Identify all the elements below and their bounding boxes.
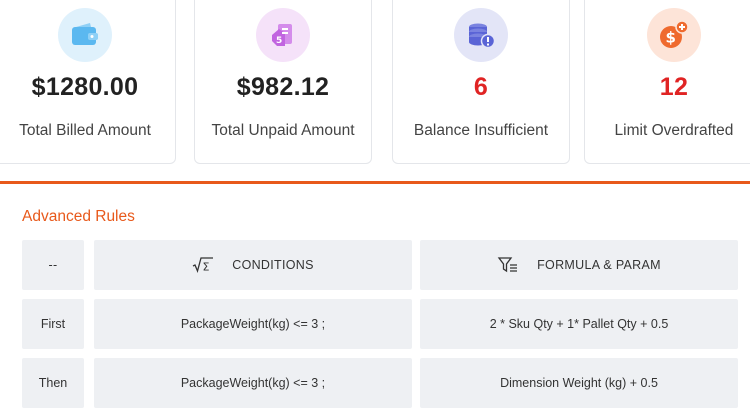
formula-text: 2 * Sku Qty + 1* Pallet Qty + 0.5 <box>489 317 669 331</box>
formula-text: Dimension Weight (kg) + 0.5 <box>500 376 658 390</box>
summary-cards: $1280.00 Total Billed Amount 5 $982.12 T… <box>0 0 750 165</box>
row-label: First <box>40 317 66 331</box>
section-divider <box>0 181 750 184</box>
card-limit-overdrafted: $ 12 Limit Overdrafted <box>584 0 750 164</box>
coins-alert-icon <box>454 8 508 62</box>
header-cell-conditions: Σ CONDITIONS <box>94 240 412 290</box>
svg-text:$: $ <box>666 29 676 47</box>
card-balance-insufficient: 6 Balance Insufficient <box>392 0 570 164</box>
row-condition-cell[interactable]: PackageWeight(kg) <= 3 ; <box>94 299 412 349</box>
card-label: Limit Overdrafted <box>614 122 734 139</box>
row-formula-cell[interactable]: Dimension Weight (kg) + 0.5 <box>420 358 738 408</box>
card-label: Balance Insufficient <box>413 122 549 139</box>
header-label: FORMULA & PARAM <box>537 258 661 272</box>
header-label: CONDITIONS <box>232 258 314 272</box>
header-cell-formula: FORMULA & PARAM <box>420 240 738 290</box>
section-title: Advanced Rules <box>22 208 135 225</box>
sqrt-sigma-icon: Σ <box>192 256 214 274</box>
card-label: Total Billed Amount <box>19 122 151 139</box>
filter-formula-icon <box>497 256 519 274</box>
unpaid-bill-icon: 5 <box>256 8 310 62</box>
card-amount: $982.12 <box>236 73 330 101</box>
dollar-plus-icon: $ <box>647 8 701 62</box>
card-amount: 12 <box>659 73 689 101</box>
row-label-first: First <box>22 299 84 349</box>
header-cell-first: -- <box>22 240 84 290</box>
condition-text: PackageWeight(kg) <= 3 ; <box>180 376 326 390</box>
card-label: Total Unpaid Amount <box>211 122 355 139</box>
wallet-icon <box>58 8 112 62</box>
card-amount: 6 <box>473 73 489 101</box>
header-placeholder: -- <box>48 258 58 272</box>
row-label-then: Then <box>22 358 84 408</box>
svg-text:5: 5 <box>276 36 282 46</box>
card-total-unpaid: 5 $982.12 Total Unpaid Amount <box>194 0 372 164</box>
svg-text:Σ: Σ <box>203 261 210 274</box>
row-condition-cell[interactable]: PackageWeight(kg) <= 3 ; <box>94 358 412 408</box>
card-amount: $1280.00 <box>31 73 139 101</box>
card-total-billed: $1280.00 Total Billed Amount <box>0 0 176 164</box>
condition-text: PackageWeight(kg) <= 3 ; <box>180 317 326 331</box>
row-label: Then <box>38 376 68 390</box>
row-formula-cell[interactable]: 2 * Sku Qty + 1* Pallet Qty + 0.5 <box>420 299 738 349</box>
